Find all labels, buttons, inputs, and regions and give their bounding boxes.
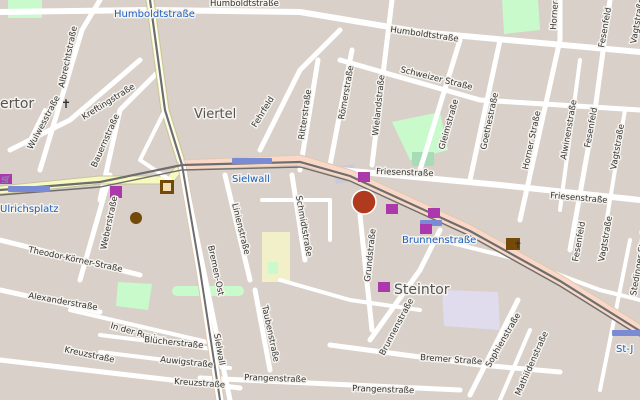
place-of-worship-icon: ✝ xyxy=(514,240,522,251)
map-view[interactable]: 🛒 ✝ ✝ Humboldtstraße Humboldtstraße Albr… xyxy=(0,0,640,400)
shop-icon[interactable] xyxy=(378,282,390,292)
stop-label: Sielwall xyxy=(232,174,270,185)
shop-icon[interactable] xyxy=(420,224,432,234)
stop-st-juergen-platform[interactable] xyxy=(612,330,640,336)
street-label: Friesenstraße xyxy=(376,167,434,179)
shop-icon[interactable] xyxy=(386,204,398,214)
district-label: St-J xyxy=(616,344,633,355)
stop-ulrichsplatz-platform[interactable] xyxy=(8,186,50,192)
location-marker[interactable] xyxy=(351,189,377,215)
shop-icon[interactable] xyxy=(358,172,370,182)
svg-text:✝: ✝ xyxy=(61,97,71,111)
place-of-worship-icon: ✝ xyxy=(61,97,71,111)
district-label: Steintor xyxy=(394,282,450,298)
street-label: Horner xyxy=(549,0,561,30)
stop-label: Humboldtstraße xyxy=(114,9,195,20)
svg-text:✝: ✝ xyxy=(514,240,522,251)
stop-label: Ulrichsplatz xyxy=(0,204,58,215)
map-canvas[interactable]: 🛒 ✝ ✝ Humboldtstraße Humboldtstraße Albr… xyxy=(0,0,640,400)
svg-text:🛒: 🛒 xyxy=(1,174,11,184)
cinema-icon[interactable] xyxy=(160,180,174,194)
district-label: Viertel xyxy=(194,107,236,122)
shop-icon[interactable]: 🛒 xyxy=(0,174,12,184)
district-label: ertor xyxy=(0,96,34,112)
shop-icon[interactable] xyxy=(428,208,440,218)
theatre-icon[interactable] xyxy=(130,212,142,224)
stop-label: Brunnenstraße xyxy=(402,235,476,246)
street-label: Humboldtstraße xyxy=(210,0,279,9)
stop-sielwall-platform[interactable] xyxy=(232,158,272,164)
